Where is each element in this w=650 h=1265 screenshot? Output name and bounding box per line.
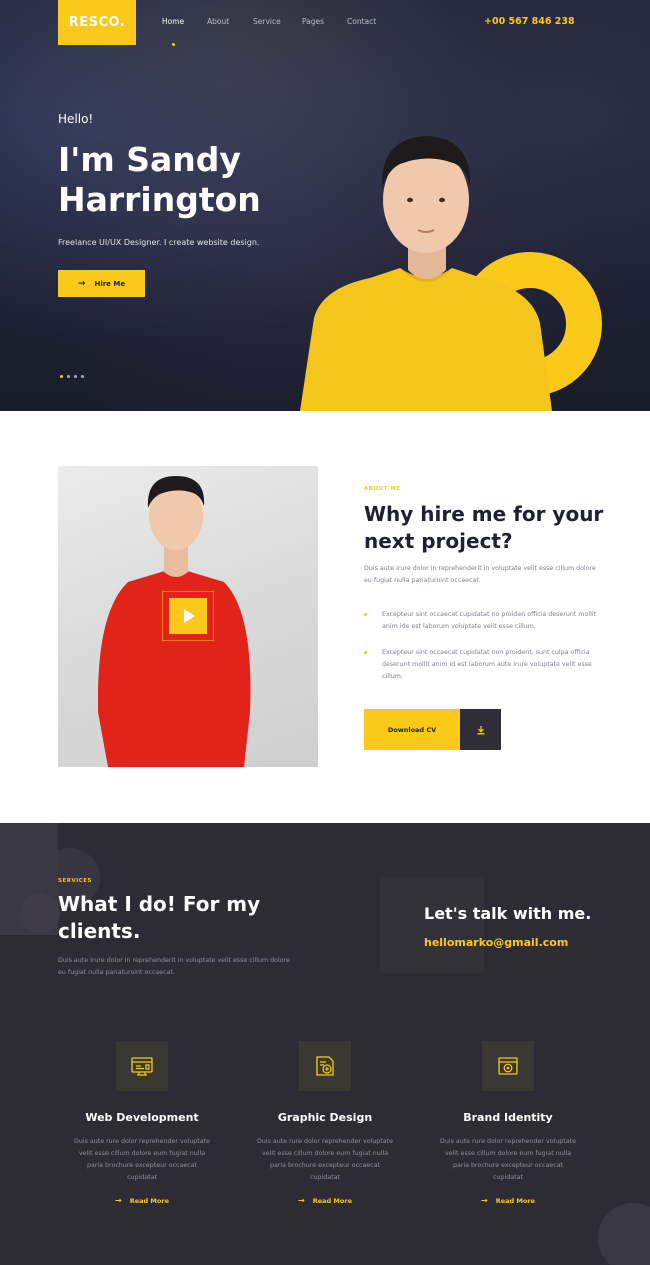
service-card-title: Graphic Design	[277, 1111, 373, 1124]
hire-me-label: Hire Me	[94, 279, 126, 288]
read-more-label: Read More	[312, 1197, 352, 1205]
about-description: Duis aute irure dolor in reprehenderit i…	[364, 565, 596, 584]
decorative-shape	[598, 1203, 650, 1265]
web-development-icon	[116, 1041, 168, 1091]
graphic-design-icon	[299, 1041, 351, 1091]
about-bullet: Excepteur sint occaecat cupidatat non pr…	[364, 647, 604, 683]
read-more-label: Read More	[495, 1197, 535, 1205]
about-bullet-text: Excepteur sint occaecat cupidatat no pro…	[382, 611, 597, 630]
services-description: Duis aute irure dolor in reprehenderit i…	[58, 957, 290, 976]
nav-about[interactable]: About	[207, 17, 229, 26]
about-title: Why hire me for your next project?	[364, 502, 604, 553]
brand-identity-icon	[482, 1041, 534, 1091]
play-video-button[interactable]	[169, 598, 207, 634]
service-card: Graphic Design Duis aute rure dolor repr…	[235, 1041, 415, 1205]
service-card-description: Duis aute rure dolor reprehender volupta…	[257, 1138, 393, 1181]
hire-me-button[interactable]: → Hire Me	[58, 270, 145, 297]
nav-contact[interactable]: Contact	[347, 17, 376, 26]
service-card-description: Duis aute rure dolor reprehender volupta…	[440, 1138, 576, 1181]
read-more-link[interactable]: → Read More	[418, 1196, 598, 1205]
service-card-description: Duis aute rure dolor reprehender volupta…	[74, 1138, 210, 1181]
hero-subtitle: Freelance UI/UX Designer. I create websi…	[58, 238, 260, 247]
services-section: SERVICES What I do! For my clients. Duis…	[0, 823, 650, 1265]
play-icon	[184, 609, 195, 623]
hero-greeting: Hello!	[58, 112, 94, 126]
about-eyebrow: ABOUT ME	[364, 486, 401, 492]
service-card: Web Development Duis aute rure dolor rep…	[52, 1041, 232, 1205]
nav-pages[interactable]: Pages	[302, 17, 324, 26]
service-card: Brand Identity Duis aute rure dolor repr…	[418, 1041, 598, 1205]
bullet-dot-icon	[364, 613, 367, 616]
read-more-link[interactable]: → Read More	[235, 1196, 415, 1205]
hero-name: I'm Sandy Harrington	[58, 140, 261, 219]
slider-dots	[60, 375, 88, 378]
phone-number[interactable]: +00 567 846 238	[484, 16, 575, 27]
read-more-label: Read More	[129, 1197, 169, 1205]
slider-dot[interactable]	[74, 375, 77, 378]
arrow-right-icon: →	[298, 1196, 305, 1205]
decorative-shape	[380, 877, 484, 973]
slider-dot[interactable]	[60, 375, 63, 378]
services-eyebrow: SERVICES	[58, 878, 93, 884]
about-bullet-text: Excepteur sint occaecat cupidatat non pr…	[382, 649, 592, 680]
about-photo	[58, 466, 318, 767]
contact-heading: Let's talk with me.	[424, 904, 592, 923]
hero-portrait	[300, 136, 552, 411]
download-icon[interactable]	[460, 709, 501, 750]
logo[interactable]: RESCO.	[58, 0, 136, 45]
contact-email-link[interactable]: hellomarko@gmail.com	[424, 936, 568, 949]
hero-section: RESCO. Home About Service Pages Contact …	[0, 0, 650, 411]
download-cv-button[interactable]: Download CV	[364, 709, 460, 750]
nav-home[interactable]: Home	[162, 17, 184, 26]
service-card-title: Brand Identity	[463, 1111, 553, 1124]
slider-dot[interactable]	[67, 375, 70, 378]
service-card-title: Web Development	[85, 1111, 199, 1124]
active-nav-indicator	[172, 43, 175, 46]
arrow-right-icon: →	[481, 1196, 488, 1205]
arrow-right-icon: →	[77, 278, 86, 289]
read-more-link[interactable]: → Read More	[52, 1196, 232, 1205]
arrow-right-icon: →	[115, 1196, 122, 1205]
about-bullet: Excepteur sint occaecat cupidatat no pro…	[364, 609, 604, 633]
about-section: ABOUT ME Why hire me for your next proje…	[0, 411, 650, 823]
services-title: What I do! For my clients.	[58, 892, 261, 943]
nav-service[interactable]: Service	[253, 17, 281, 26]
slider-dot[interactable]	[81, 375, 84, 378]
decorative-shape	[20, 893, 60, 933]
bullet-dot-icon	[364, 651, 367, 654]
